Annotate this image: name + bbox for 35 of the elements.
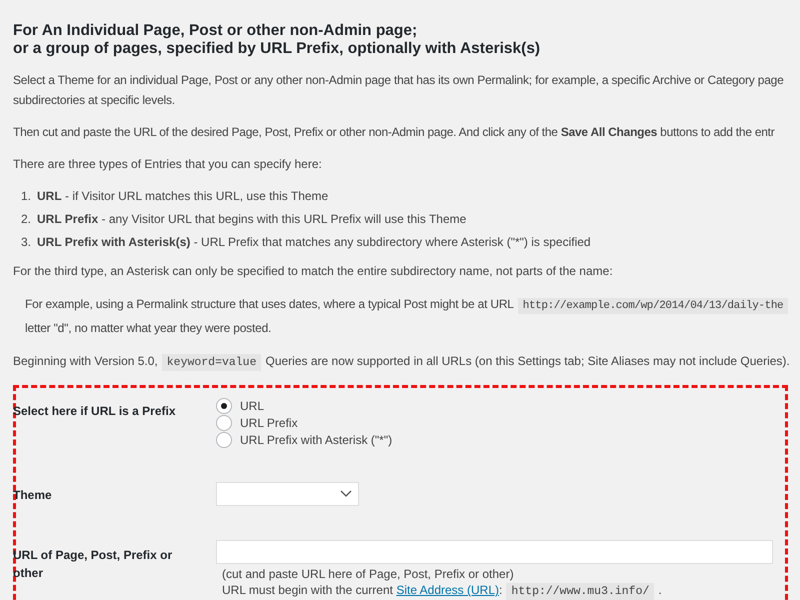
chevron-down-icon	[340, 490, 352, 498]
version-note-text: Queries are now supported in all URLs (on this Settings tab; Site Aliases may not include Queries).	[265, 354, 790, 368]
site-address-link[interactable]: Site Address (URL)	[396, 583, 500, 597]
theme-select[interactable]	[216, 482, 359, 506]
colon-text: :	[499, 583, 502, 597]
example-text: For example, using a Permalink structure that uses dates, where a typical Post might be at URL	[25, 297, 514, 311]
list-number: 1.	[21, 188, 32, 205]
field-label: URL of Page, Post, Prefix or other	[13, 547, 174, 582]
period-text: .	[658, 583, 662, 597]
version-note-text: Beginning with Version 5.0,	[13, 354, 158, 368]
site-url-code: http://www.mu3.info/	[506, 583, 654, 600]
list-item-text: URL - if Visitor URL matches this URL, use this Theme	[37, 188, 328, 205]
types-intro: There are three types of Entries that you can specify here:	[13, 156, 323, 173]
radio-label: URL Prefix with Asterisk ("*")	[240, 432, 392, 448]
instructions-paragraph: Then cut and paste the URL of the desired Page, Post, Prefix or other non-Admin page. And click any of the Save All Changes buttons to add the entr	[13, 124, 776, 141]
example-url-code: http://example.com/wp/2014/04/13/daily-the	[518, 298, 788, 314]
url-hint: (cut and paste URL here of Page, Post, Prefix or other)	[222, 567, 514, 581]
keyword-code: keyword=value	[162, 354, 262, 371]
field-label: Select here if URL is a Prefix	[13, 403, 177, 420]
list-item-text: URL Prefix with Asterisk(s) - URL Prefix that matches any subdirectory where Asterisk ("*") is specified	[37, 234, 591, 251]
radio-button[interactable]	[216, 415, 232, 431]
third-type-note: For the third type, an Asterisk can only be specified to match the entire subdirectory name, not parts of the name:	[13, 263, 614, 280]
radio-button[interactable]	[216, 398, 232, 414]
radio-label: URL Prefix	[240, 415, 298, 431]
radio-label: URL	[240, 398, 264, 414]
intro-paragraph: Select a Theme for an individual Page, Post or any other non-Admin page that has its own Permalink; for example, a specific Archive or Category page subdirectories at specific levels.	[13, 72, 785, 109]
field-label: Theme	[13, 487, 53, 504]
radio-button[interactable]	[216, 432, 232, 448]
section-heading: For An Individual Page, Post or other non-Admin page; or a group of pages, specified by URL Prefix, optionally with Asterisk(s)	[13, 22, 542, 58]
list-item-text: URL Prefix - any Visitor URL that begins with this URL Prefix will use this Theme	[37, 211, 466, 228]
site-address-text: URL must begin with the current	[222, 583, 393, 597]
example-text-continued: letter "d", no matter what year they were posted.	[25, 321, 272, 335]
list-number: 3.	[21, 234, 32, 251]
url-input-field[interactable]	[216, 540, 773, 564]
list-number: 2.	[21, 211, 32, 228]
